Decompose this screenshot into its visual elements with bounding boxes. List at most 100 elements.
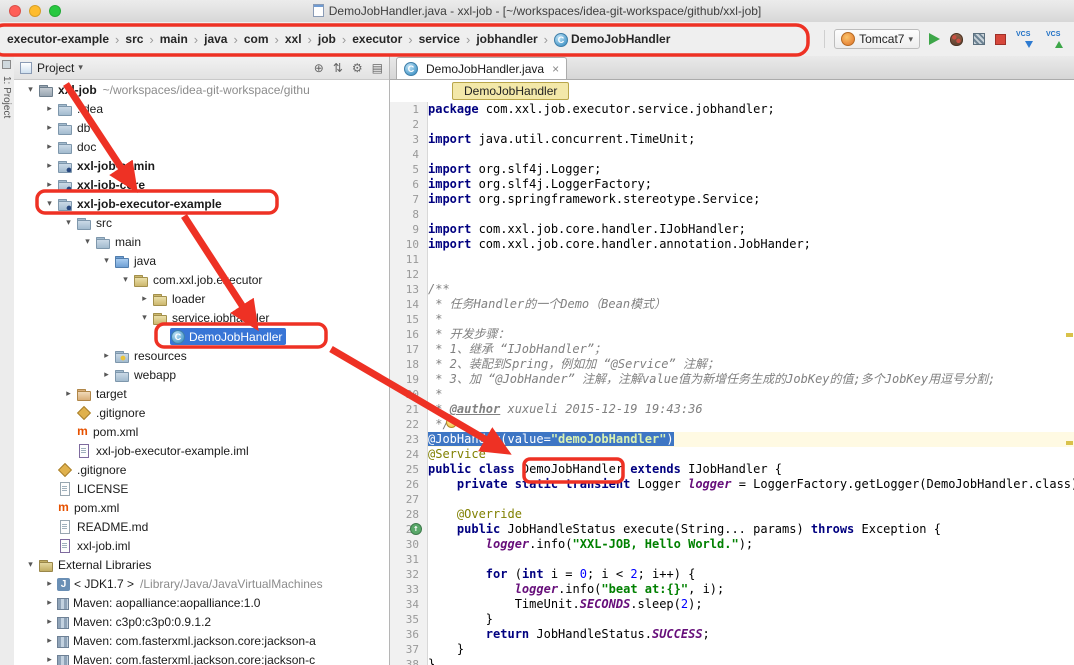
code-line-16[interactable]: 16 * 开发步骤： [390, 327, 1074, 342]
tree-item-src[interactable]: ▾src [14, 213, 389, 232]
breadcrumb-item-jobhandler[interactable]: jobhandler [473, 30, 540, 48]
code-line-23[interactable]: 23@JobHander(value="demoJobHandler") [390, 432, 1074, 447]
code-line-6[interactable]: 6import org.slf4j.LoggerFactory; [390, 177, 1074, 192]
breadcrumb-item-main[interactable]: main [157, 30, 191, 48]
tree-item-pom-xml[interactable]: mpom.xml [14, 498, 389, 517]
code-line-34[interactable]: 34 TimeUnit.SECONDS.sleep(2); [390, 597, 1074, 612]
breadcrumb-item-src[interactable]: src [122, 30, 146, 48]
tree-item-target[interactable]: ▸target [14, 384, 389, 403]
tree-item-external-libraries[interactable]: ▾External Libraries [14, 555, 389, 574]
code-line-35[interactable]: 35 } [390, 612, 1074, 627]
breadcrumb-item-executor[interactable]: executor [349, 30, 405, 48]
tree-collapsed-arrow[interactable]: ▸ [43, 179, 56, 190]
code-line-21[interactable]: 21 * @author xuxueli 2015-12-19 19:43:36 [390, 402, 1074, 417]
code-line-11[interactable]: 11 [390, 252, 1074, 267]
tree-collapsed-arrow[interactable]: ▸ [43, 597, 56, 608]
tree-collapsed-arrow[interactable]: ▸ [43, 141, 56, 152]
breadcrumb-item-service[interactable]: service [416, 30, 463, 48]
tree-item-main[interactable]: ▾main [14, 232, 389, 251]
code-line-12[interactable]: 12 [390, 267, 1074, 282]
tree-collapsed-arrow[interactable]: ▸ [43, 635, 56, 646]
tree-expanded-arrow[interactable]: ▾ [119, 274, 132, 285]
code-line-20[interactable]: 20 * [390, 387, 1074, 402]
tree-collapsed-arrow[interactable]: ▸ [43, 160, 56, 171]
tree-item-doc[interactable]: ▸doc [14, 137, 389, 156]
tree-item-jdk1-7[interactable]: ▸J< JDK1.7 >/Library/Java/JavaVirtualMac… [14, 574, 389, 593]
tree-collapsed-arrow[interactable]: ▸ [100, 350, 113, 361]
breadcrumb-item-job[interactable]: job [315, 30, 339, 48]
code-line-3[interactable]: 3import java.util.concurrent.TimeUnit; [390, 132, 1074, 147]
tree-collapsed-arrow[interactable]: ▸ [43, 578, 56, 589]
code-line-24[interactable]: 24@Service [390, 447, 1074, 462]
tree-item-com-xxl-job-executor[interactable]: ▾com.xxl.job.executor [14, 270, 389, 289]
breadcrumb-item-java[interactable]: java [201, 30, 230, 48]
error-stripe-mark[interactable] [1066, 441, 1073, 445]
code-line-10[interactable]: 10import com.xxl.job.core.handler.annota… [390, 237, 1074, 252]
tree-expanded-arrow[interactable]: ▾ [62, 217, 75, 228]
tree-item-xxl-job-executor-example[interactable]: ▾xxl-job-executor-example [14, 194, 389, 213]
tree-expanded-arrow[interactable]: ▾ [24, 559, 37, 570]
code-line-9[interactable]: 9import com.xxl.job.core.handler.IJobHan… [390, 222, 1074, 237]
tool-window-button-project[interactable]: 1: Project [1, 76, 12, 118]
tree-collapsed-arrow[interactable]: ▸ [43, 103, 56, 114]
chevron-down-icon[interactable]: ▾ [78, 62, 83, 73]
code-line-1[interactable]: 1package com.xxl.job.executor.service.jo… [390, 102, 1074, 117]
editor-breadcrumb-chip[interactable]: DemoJobHandler [452, 82, 569, 100]
tree-item-xxl-job[interactable]: ▾xxl-job~/workspaces/idea-git-workspace/… [14, 80, 389, 99]
overriding-method-icon[interactable]: ↑ [410, 523, 422, 535]
tree-item-db[interactable]: ▸db [14, 118, 389, 137]
tree-expanded-arrow[interactable]: ▾ [138, 312, 151, 323]
breadcrumb-item-com[interactable]: com [241, 30, 272, 48]
tree-item-readme-md[interactable]: README.md [14, 517, 389, 536]
tree-item-maven-com-fasterxml-jackson-core-jackson-c[interactable]: ▸Maven: com.fasterxml.jackson.core:jacks… [14, 650, 389, 665]
tree-item-maven-aopalliance-aopalliance-1-0[interactable]: ▸Maven: aopalliance:aopalliance:1.0 [14, 593, 389, 612]
vcs-commit-button[interactable]: VCS [1046, 31, 1066, 48]
code-line-27[interactable]: 27 [390, 492, 1074, 507]
code-line-26[interactable]: 26 private static transient Logger logge… [390, 477, 1074, 492]
stop-button[interactable] [995, 34, 1006, 45]
hide-panel-button[interactable]: ▤ [372, 61, 383, 75]
collapse-all-button[interactable]: ⇅ [333, 61, 343, 75]
run-config-selector[interactable]: Tomcat7 ▾ [834, 29, 920, 49]
code-line-13[interactable]: 13/** [390, 282, 1074, 297]
code-line-29[interactable]: 29 public JobHandleStatus execute(String… [390, 522, 1074, 537]
tree-item-java[interactable]: ▾java [14, 251, 389, 270]
tree-item-maven-c3p0-c3p0-0-9-1-2[interactable]: ▸Maven: c3p0:c3p0:0.9.1.2 [14, 612, 389, 631]
run-button[interactable] [929, 33, 940, 45]
code-line-5[interactable]: 5import org.slf4j.Logger; [390, 162, 1074, 177]
tree-collapsed-arrow[interactable]: ▸ [43, 122, 56, 133]
tree-item-loader[interactable]: ▸loader [14, 289, 389, 308]
error-stripe-mark[interactable] [1066, 333, 1073, 337]
tab-demojobhandler-java[interactable]: C DemoJobHandler.java × [396, 57, 567, 79]
tree-item-resources[interactable]: ▸resources [14, 346, 389, 365]
tree-expanded-arrow[interactable]: ▾ [100, 255, 113, 266]
debug-button[interactable] [950, 33, 963, 46]
code-line-37[interactable]: 37 } [390, 642, 1074, 657]
tree-item-webapp[interactable]: ▸webapp [14, 365, 389, 384]
code-line-22[interactable]: 22 */ [390, 417, 1074, 432]
tree-expanded-arrow[interactable]: ▾ [24, 84, 37, 95]
code-line-36[interactable]: 36 return JobHandleStatus.SUCCESS; [390, 627, 1074, 642]
breadcrumb-item-xxl[interactable]: xxl [282, 30, 305, 48]
code-line-25[interactable]: 25public class DemoJobHandler extends IJ… [390, 462, 1074, 477]
tree-item-gitignore[interactable]: .gitignore [14, 460, 389, 479]
code-line-30[interactable]: 30 logger.info("XXL-JOB, Hello World."); [390, 537, 1074, 552]
tree-item-maven-com-fasterxml-jackson-core-jackson-a[interactable]: ▸Maven: com.fasterxml.jackson.core:jacks… [14, 631, 389, 650]
code-line-33[interactable]: 33 logger.info("beat at:{}", i); [390, 582, 1074, 597]
code-line-19[interactable]: 19 * 3、加 “@JobHander” 注解，注解value值为新增任务生成… [390, 372, 1074, 387]
code-line-18[interactable]: 18 * 2、装配到Spring，例如加 “@Service” 注解； [390, 357, 1074, 372]
breadcrumb-item-executor-example[interactable]: executor-example [4, 30, 112, 48]
tree-item-idea[interactable]: ▸.idea [14, 99, 389, 118]
code-line-31[interactable]: 31 [390, 552, 1074, 567]
tree-item-license[interactable]: LICENSE [14, 479, 389, 498]
tree-collapsed-arrow[interactable]: ▸ [138, 293, 151, 304]
tree-collapsed-arrow[interactable]: ▸ [100, 369, 113, 380]
vcs-update-button[interactable]: VCS [1016, 31, 1036, 48]
tree-item-xxl-job-core[interactable]: ▸xxl-job-core [14, 175, 389, 194]
run-coverage-button[interactable] [973, 33, 985, 45]
code-line-14[interactable]: 14 * 任务Handler的一个Demo（Bean模式） [390, 297, 1074, 312]
tree-expanded-arrow[interactable]: ▾ [43, 198, 56, 209]
code-line-7[interactable]: 7import org.springframework.stereotype.S… [390, 192, 1074, 207]
tree-expanded-arrow[interactable]: ▾ [81, 236, 94, 247]
code-line-8[interactable]: 8 [390, 207, 1074, 222]
